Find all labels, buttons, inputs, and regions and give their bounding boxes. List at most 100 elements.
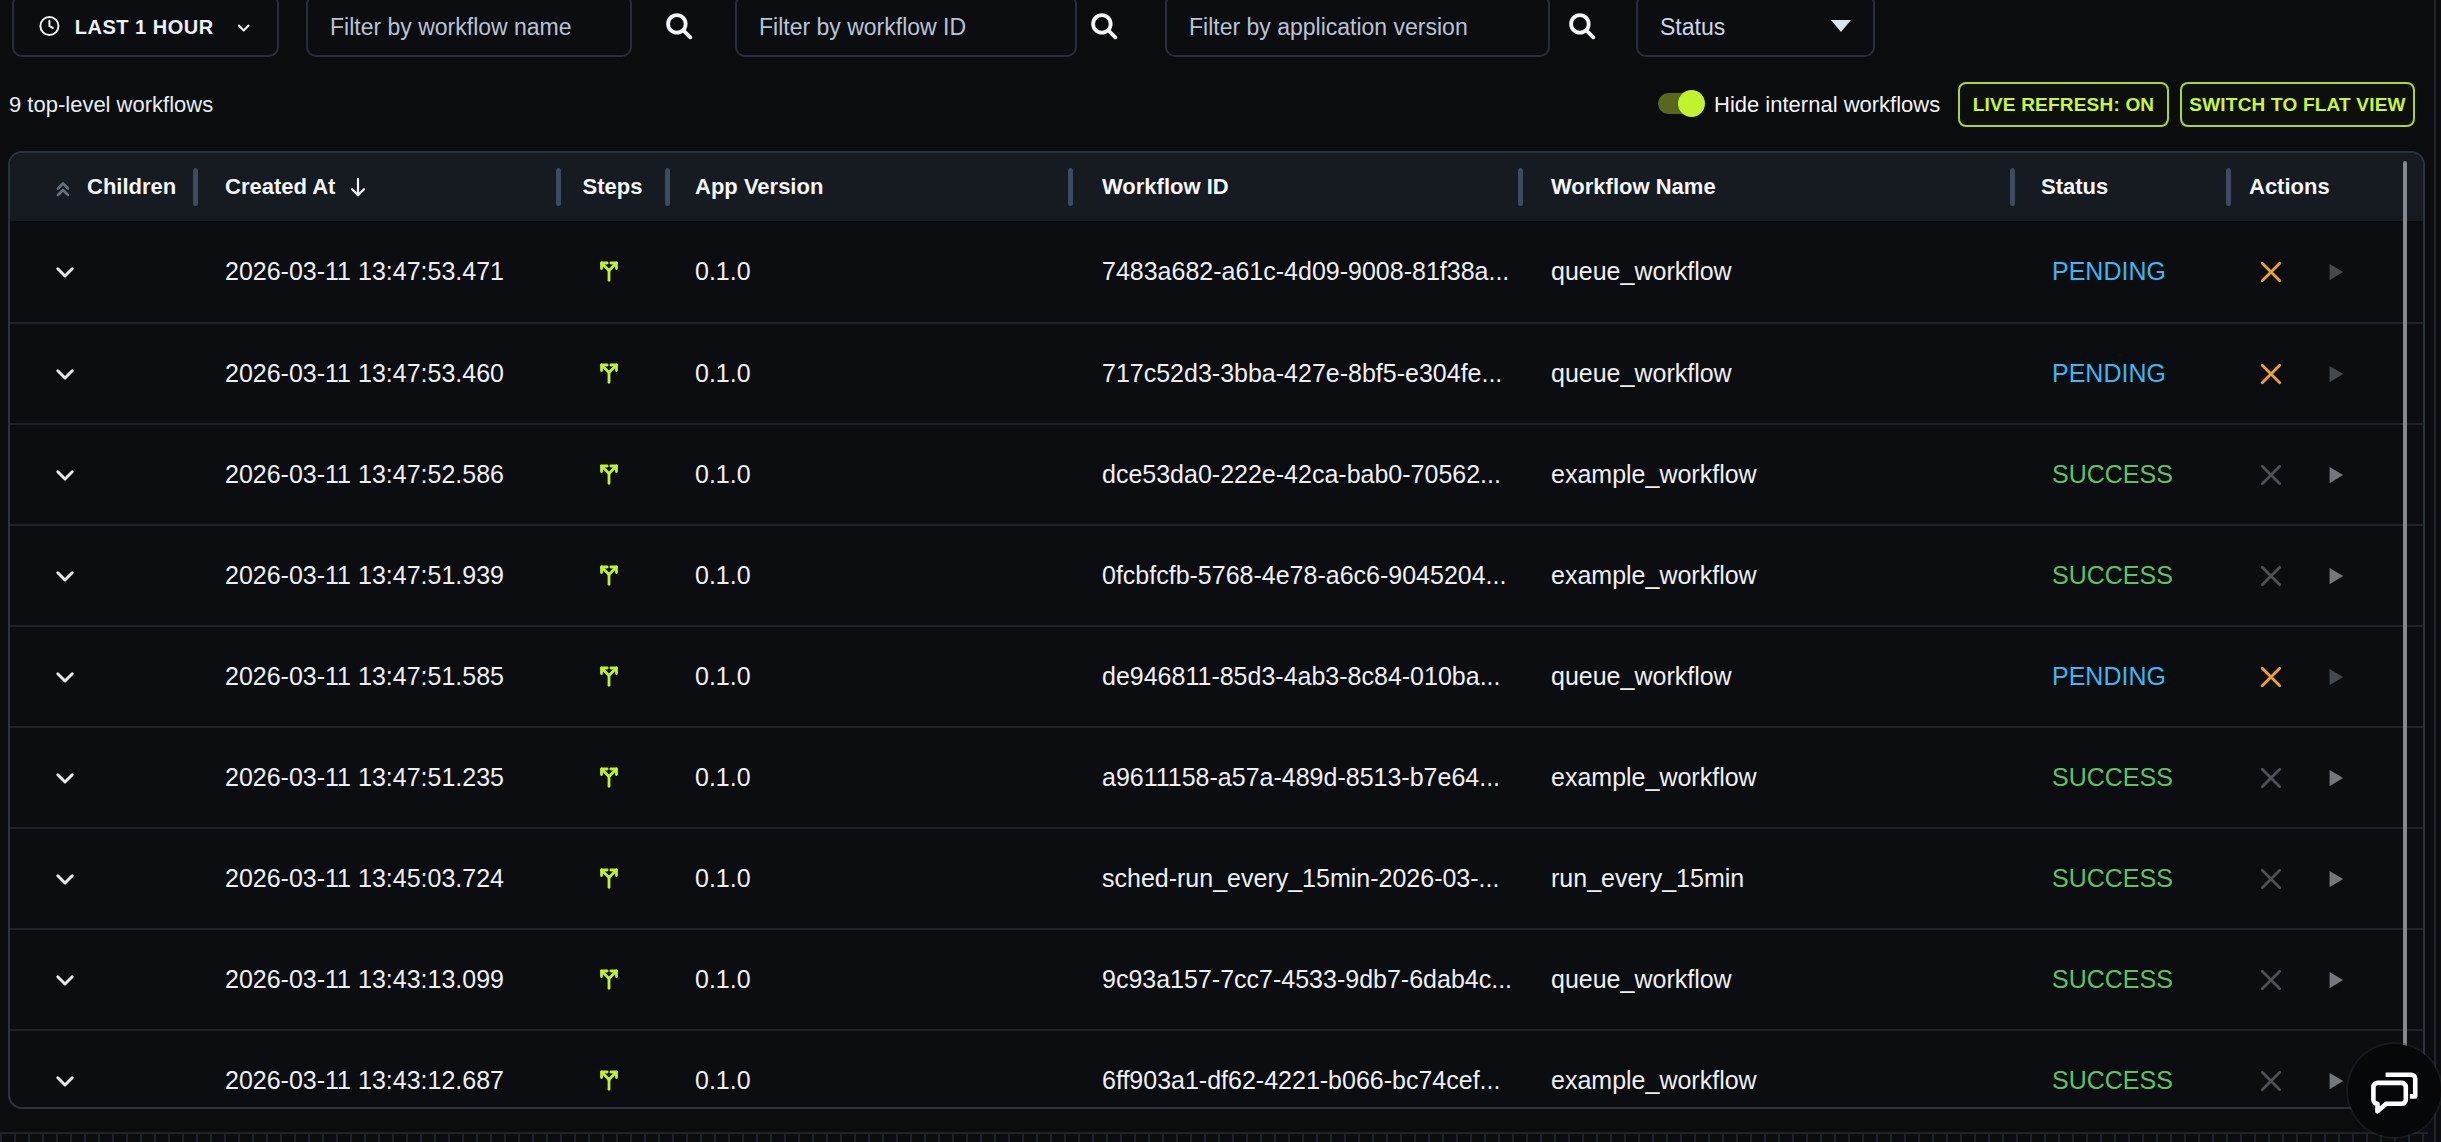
chat-widget-button[interactable] — [2348, 1044, 2441, 1137]
replay-workflow-button[interactable] — [2318, 963, 2352, 997]
replay-workflow-button[interactable] — [2318, 761, 2352, 795]
switch-flat-view-button[interactable]: SWITCH TO FLAT VIEW — [2180, 82, 2415, 127]
hide-internal-toggle[interactable] — [1658, 93, 1703, 114]
children-cell — [10, 930, 195, 1029]
workflow-steps-icon[interactable] — [593, 555, 625, 587]
cancel-workflow-button[interactable] — [2254, 862, 2288, 896]
replay-workflow-button[interactable] — [2318, 660, 2352, 694]
search-workflow-id-button[interactable] — [1082, 4, 1126, 48]
table-row[interactable]: 2026-03-11 13:43:12.687 0.1.0 6ff903a1-d… — [10, 1029, 2423, 1109]
table-row[interactable]: 2026-03-11 13:47:52.586 0.1.0 dce53da0-2… — [10, 423, 2423, 524]
steps-cell — [558, 526, 667, 625]
dropdown-caret-icon — [1831, 20, 1851, 32]
column-header-workflow-name[interactable]: Workflow Name — [1520, 153, 2012, 221]
cancel-workflow-button[interactable] — [2254, 458, 2288, 492]
time-range-button[interactable]: LAST 1 HOUR — [12, 0, 279, 57]
cancel-workflow-button[interactable] — [2254, 963, 2288, 997]
cancel-workflow-button[interactable] — [2254, 761, 2288, 795]
workflow-steps-icon[interactable] — [593, 959, 625, 991]
workflow-steps-icon[interactable] — [593, 757, 625, 789]
status-cell: SUCCESS — [2012, 930, 2228, 1029]
replay-workflow-button[interactable] — [2318, 458, 2352, 492]
table-row[interactable]: 2026-03-11 13:47:53.460 0.1.0 717c52d3-3… — [10, 322, 2423, 423]
column-header-steps[interactable]: Steps — [558, 153, 667, 221]
column-header-created-at[interactable]: Created At — [195, 153, 558, 221]
expand-row-icon[interactable] — [51, 663, 79, 691]
status-cell: SUCCESS — [2012, 425, 2228, 524]
expand-row-icon[interactable] — [51, 258, 79, 286]
column-header-workflow-id[interactable]: Workflow ID — [1070, 153, 1520, 221]
status-badge: PENDING — [2012, 662, 2166, 691]
status-badge: PENDING — [2012, 257, 2166, 286]
workflow-steps-icon[interactable] — [593, 858, 625, 890]
play-icon — [2322, 664, 2348, 690]
status-cell: SUCCESS — [2012, 1031, 2228, 1109]
search-workflow-name-button[interactable] — [657, 4, 701, 48]
column-header-actions[interactable]: Actions — [2228, 153, 2423, 221]
column-header-children[interactable]: Children — [10, 153, 195, 221]
replay-workflow-button[interactable] — [2318, 862, 2352, 896]
column-header-app-version[interactable]: App Version — [667, 153, 1070, 221]
expand-row-icon[interactable] — [51, 461, 79, 489]
workflow-name-cell: example_workflow — [1520, 526, 2012, 625]
expand-row-icon[interactable] — [51, 562, 79, 590]
collapse-all-icon[interactable] — [51, 175, 75, 199]
workflow-steps-icon[interactable] — [593, 656, 625, 688]
steps-cell — [558, 627, 667, 726]
filter-workflow-name-input[interactable]: Filter by workflow name — [306, 0, 632, 57]
actions-cell — [2228, 728, 2423, 827]
created-at-cell: 2026-03-11 13:45:03.724 — [195, 829, 558, 928]
cancel-x-icon — [2256, 460, 2286, 490]
actions-cell — [2228, 324, 2423, 423]
cancel-x-icon — [2256, 359, 2286, 389]
play-icon — [2322, 765, 2348, 791]
status-cell: PENDING — [2012, 221, 2228, 322]
right-edge-line — [2434, 0, 2436, 1142]
expand-row-icon[interactable] — [51, 764, 79, 792]
filter-workflow-id-input[interactable]: Filter by workflow ID — [735, 0, 1077, 57]
cancel-x-icon — [2256, 1066, 2286, 1096]
workflow-name-cell: queue_workflow — [1520, 930, 2012, 1029]
table-row[interactable]: 2026-03-11 13:47:51.939 0.1.0 0fcbfcfb-5… — [10, 524, 2423, 625]
workflow-steps-icon[interactable] — [593, 251, 625, 283]
table-row[interactable]: 2026-03-11 13:47:51.235 0.1.0 a9611158-a… — [10, 726, 2423, 827]
expand-row-icon[interactable] — [51, 1067, 79, 1095]
live-refresh-button[interactable]: LIVE REFRESH: ON — [1958, 82, 2169, 127]
status-badge: SUCCESS — [2012, 763, 2173, 792]
cancel-workflow-button[interactable] — [2254, 357, 2288, 391]
replay-workflow-button[interactable] — [2318, 1064, 2352, 1098]
cancel-workflow-button[interactable] — [2254, 660, 2288, 694]
cancel-workflow-button[interactable] — [2254, 1064, 2288, 1098]
expand-row-icon[interactable] — [51, 966, 79, 994]
column-header-status[interactable]: Status — [2012, 153, 2228, 221]
replay-workflow-button[interactable] — [2318, 255, 2352, 289]
cancel-workflow-button[interactable] — [2254, 559, 2288, 593]
table-scrollbar[interactable] — [2403, 161, 2407, 1103]
children-cell — [10, 1031, 195, 1109]
expand-row-icon[interactable] — [51, 865, 79, 893]
table-row[interactable]: 2026-03-11 13:47:51.585 0.1.0 de946811-8… — [10, 625, 2423, 726]
play-icon — [2322, 1068, 2348, 1094]
status-cell: PENDING — [2012, 627, 2228, 726]
status-cell: SUCCESS — [2012, 829, 2228, 928]
cancel-workflow-button[interactable] — [2254, 255, 2288, 289]
chat-icon — [2368, 1064, 2422, 1118]
table-row[interactable]: 2026-03-11 13:47:53.471 0.1.0 7483a682-a… — [10, 221, 2423, 322]
replay-workflow-button[interactable] — [2318, 559, 2352, 593]
expand-row-icon[interactable] — [51, 360, 79, 388]
app-version-cell: 0.1.0 — [667, 526, 1070, 625]
status-filter-dropdown[interactable]: Status — [1636, 0, 1875, 57]
workflow-id-cell: de946811-85d3-4ab3-8c84-010ba... — [1070, 627, 1520, 726]
workflow-steps-icon[interactable] — [593, 454, 625, 486]
workflow-steps-icon[interactable] — [593, 1060, 625, 1092]
filter-app-version-input[interactable]: Filter by application version — [1165, 0, 1550, 57]
search-app-version-button[interactable] — [1560, 4, 1604, 48]
table-row[interactable]: 2026-03-11 13:45:03.724 0.1.0 sched-run_… — [10, 827, 2423, 928]
table-row[interactable]: 2026-03-11 13:43:13.099 0.1.0 9c93a157-7… — [10, 928, 2423, 1029]
workflows-table: Children Created At Steps App Version Wo… — [8, 151, 2425, 1109]
workflow-steps-icon[interactable] — [593, 353, 625, 385]
steps-cell — [558, 324, 667, 423]
replay-workflow-button[interactable] — [2318, 357, 2352, 391]
table-header: Children Created At Steps App Version Wo… — [10, 153, 2423, 221]
status-cell: SUCCESS — [2012, 526, 2228, 625]
